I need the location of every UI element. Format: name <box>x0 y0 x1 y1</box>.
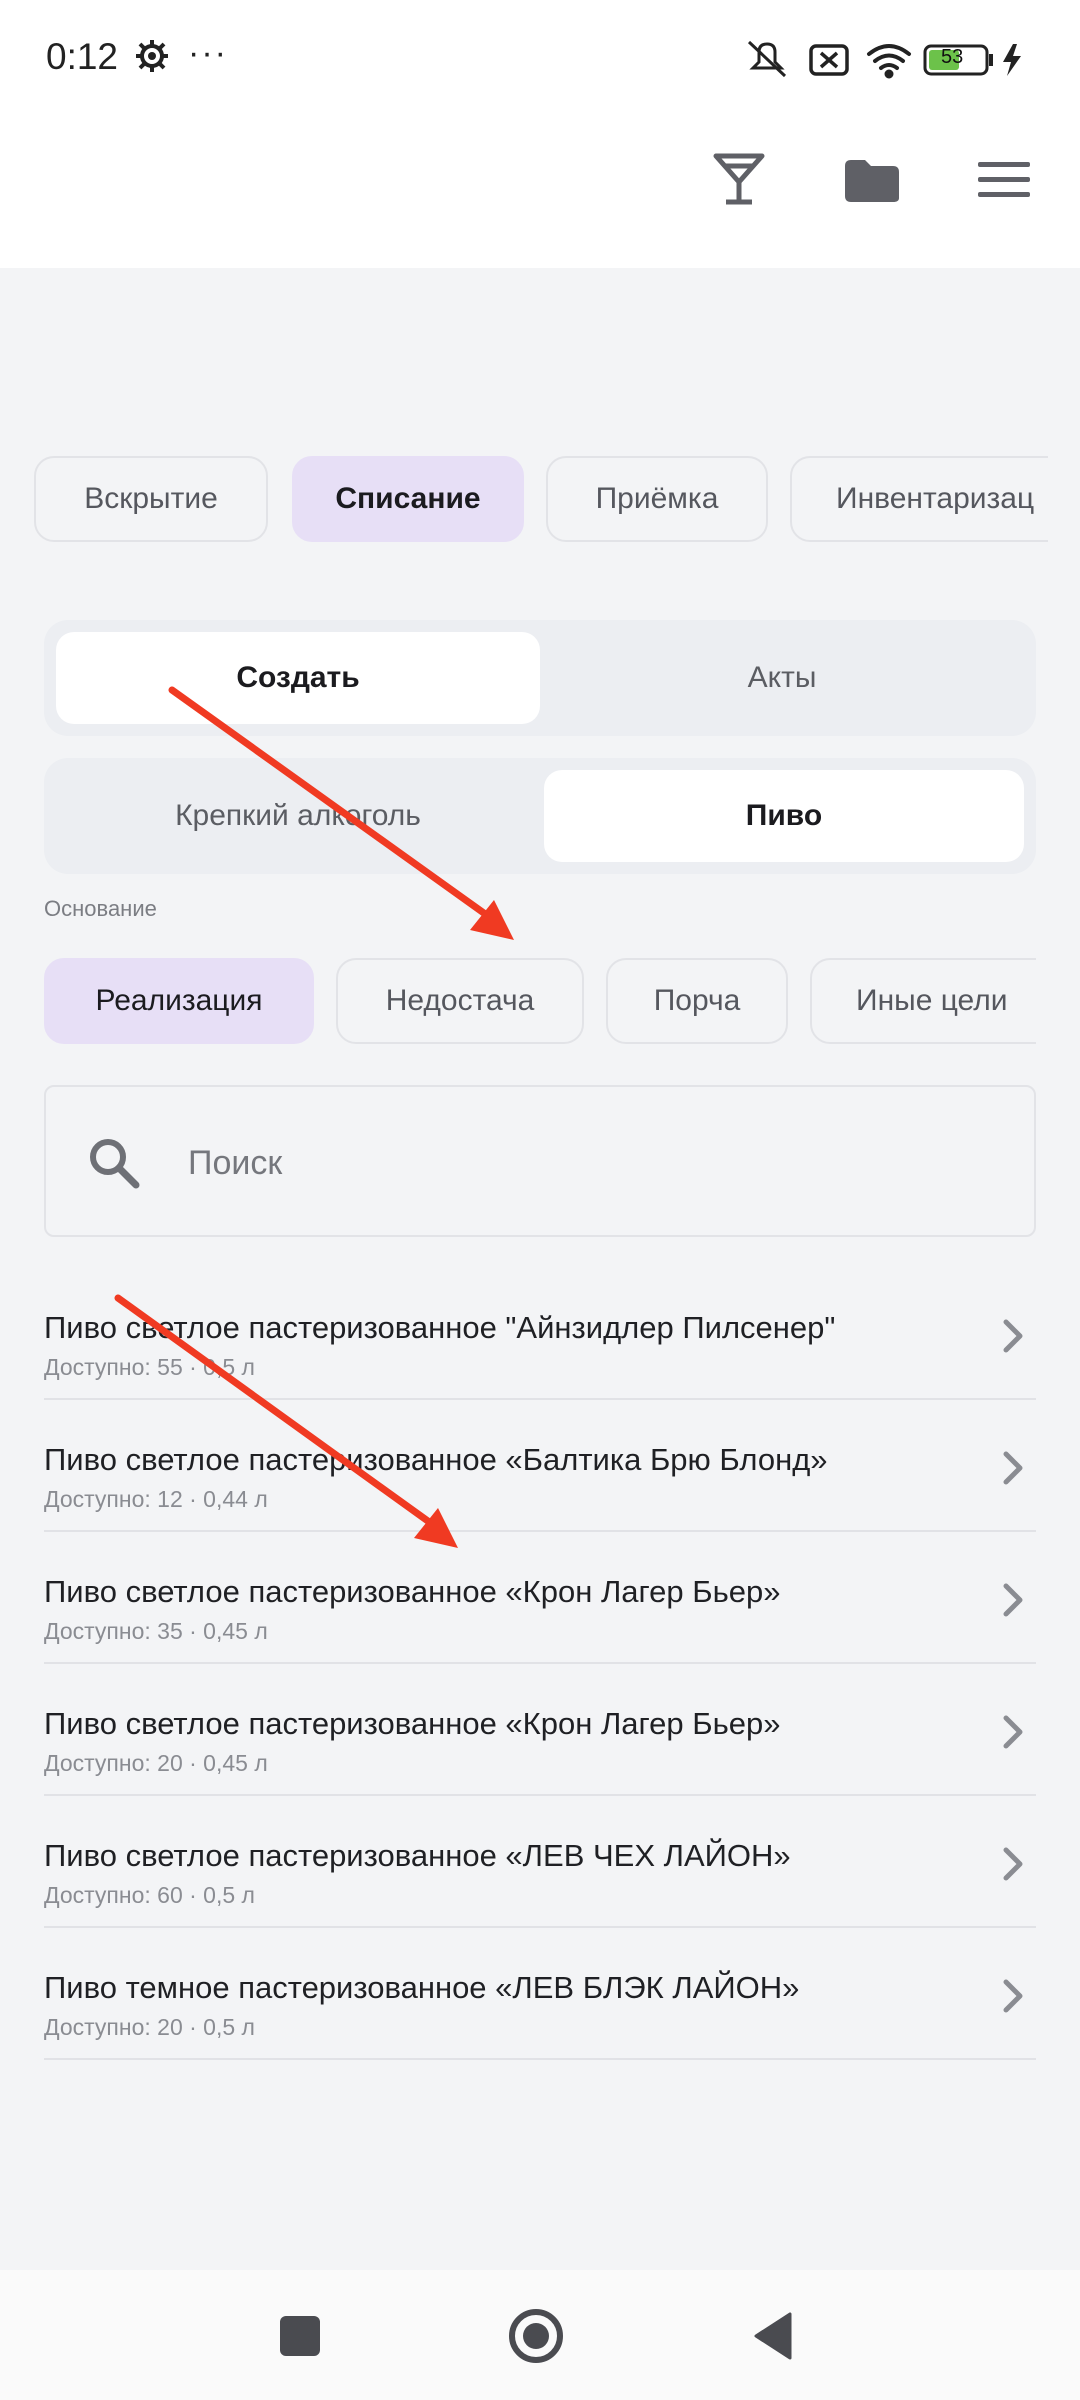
status-icons: 53 <box>745 38 1045 87</box>
list-item[interactable]: Пиво светлое пастеризованное «ЛЕВ ЧЕХ ЛА… <box>44 1796 1036 1928</box>
chevron-right-icon <box>1002 1318 1024 1359</box>
system-nav-bar <box>0 2270 1080 2400</box>
list-item[interactable]: Пиво светлое пастеризованное «Балтика Бр… <box>44 1400 1036 1532</box>
list-item[interactable]: Пиво светлое пастеризованное "Айнзидлер … <box>44 1268 1036 1400</box>
item-subtitle: Доступно: 60 · 0,5 л <box>44 1882 255 1908</box>
tab-receiving[interactable]: Приёмка <box>546 456 768 542</box>
item-subtitle: Доступно: 20 · 0,5 л <box>44 2014 255 2040</box>
gear-icon <box>134 38 170 79</box>
sim-x-icon <box>809 44 849 76</box>
item-subtitle: Доступно: 35 · 0,45 л <box>44 1618 268 1644</box>
mode-segment: Создать Акты <box>44 620 1036 736</box>
reason-chips: Реализация Недостача Порча Иные цели <box>0 944 1036 1064</box>
reason-shortage[interactable]: Недостача <box>336 958 584 1044</box>
search-box <box>44 1085 1036 1237</box>
recent-apps-button[interactable] <box>280 2316 320 2361</box>
segment-create[interactable]: Создать <box>56 632 540 724</box>
segment-strong-alcohol[interactable]: Крепкий алкоголь <box>56 770 540 862</box>
item-title: Пиво светлое пастеризованное «ЛЕВ ЧЕХ ЛА… <box>44 1838 791 1873</box>
item-subtitle: Доступно: 12 · 0,44 л <box>44 1486 268 1512</box>
mute-icon <box>747 40 787 78</box>
chevron-right-icon <box>1002 1714 1024 1755</box>
status-more: ··· <box>188 34 228 72</box>
chevron-right-icon <box>1002 1582 1024 1623</box>
folder-icon[interactable] <box>843 158 901 209</box>
chevron-right-icon <box>1002 1450 1024 1491</box>
segment-beer[interactable]: Пиво <box>544 770 1024 862</box>
item-title: Пиво светлое пастеризованное «Балтика Бр… <box>44 1442 828 1477</box>
reason-other[interactable]: Иные цели <box>810 958 1036 1044</box>
reason-label: Основание <box>44 896 157 921</box>
product-list: Пиво светлое пастеризованное "Айнзидлер … <box>44 1268 1036 2060</box>
list-item[interactable]: Пиво светлое пастеризованное «Крон Лагер… <box>44 1664 1036 1796</box>
type-segment: Крепкий алкоголь Пиво <box>44 758 1036 874</box>
battery-level: 53 <box>941 46 964 68</box>
list-item[interactable]: Пиво темное пастеризованное «ЛЕВ БЛЭК ЛА… <box>44 1928 1036 2060</box>
tab-inventory[interactable]: Инвентаризац <box>790 456 1048 542</box>
item-title: Пиво светлое пастеризованное «Крон Лагер… <box>44 1574 781 1609</box>
tab-write-off[interactable]: Списание <box>292 456 524 542</box>
item-title: Пиво светлое пастеризованное "Айнзидлер … <box>44 1310 836 1345</box>
list-item[interactable]: Пиво светлое пастеризованное «Крон Лагер… <box>44 1532 1036 1664</box>
home-button[interactable] <box>508 2308 564 2369</box>
wifi-icon <box>867 44 911 79</box>
item-subtitle: Доступно: 20 · 0,45 л <box>44 1750 268 1776</box>
reason-sale[interactable]: Реализация <box>44 958 314 1044</box>
menu-icon[interactable] <box>978 160 1030 205</box>
search-input[interactable] <box>186 1127 990 1199</box>
charging-icon <box>1003 44 1021 76</box>
status-time: 0:12 <box>46 36 119 77</box>
glass-icon[interactable] <box>712 152 766 211</box>
item-subtitle: Доступно: 55 · 0,5 л <box>44 1354 255 1380</box>
segment-acts[interactable]: Акты <box>540 632 1024 724</box>
reason-spoilage[interactable]: Порча <box>606 958 788 1044</box>
item-title: Пиво темное пастеризованное «ЛЕВ БЛЭК ЛА… <box>44 1970 800 2005</box>
tab-opening[interactable]: Вскрытие <box>34 456 268 542</box>
operation-tabs: Вскрытие Списание Приёмка Инвентаризац <box>0 440 1048 560</box>
chevron-right-icon <box>1002 1978 1024 2019</box>
item-title: Пиво светлое пастеризованное «Крон Лагер… <box>44 1706 781 1741</box>
back-button[interactable] <box>752 2312 792 2365</box>
search-icon <box>86 1135 142 1196</box>
chevron-right-icon <box>1002 1846 1024 1887</box>
